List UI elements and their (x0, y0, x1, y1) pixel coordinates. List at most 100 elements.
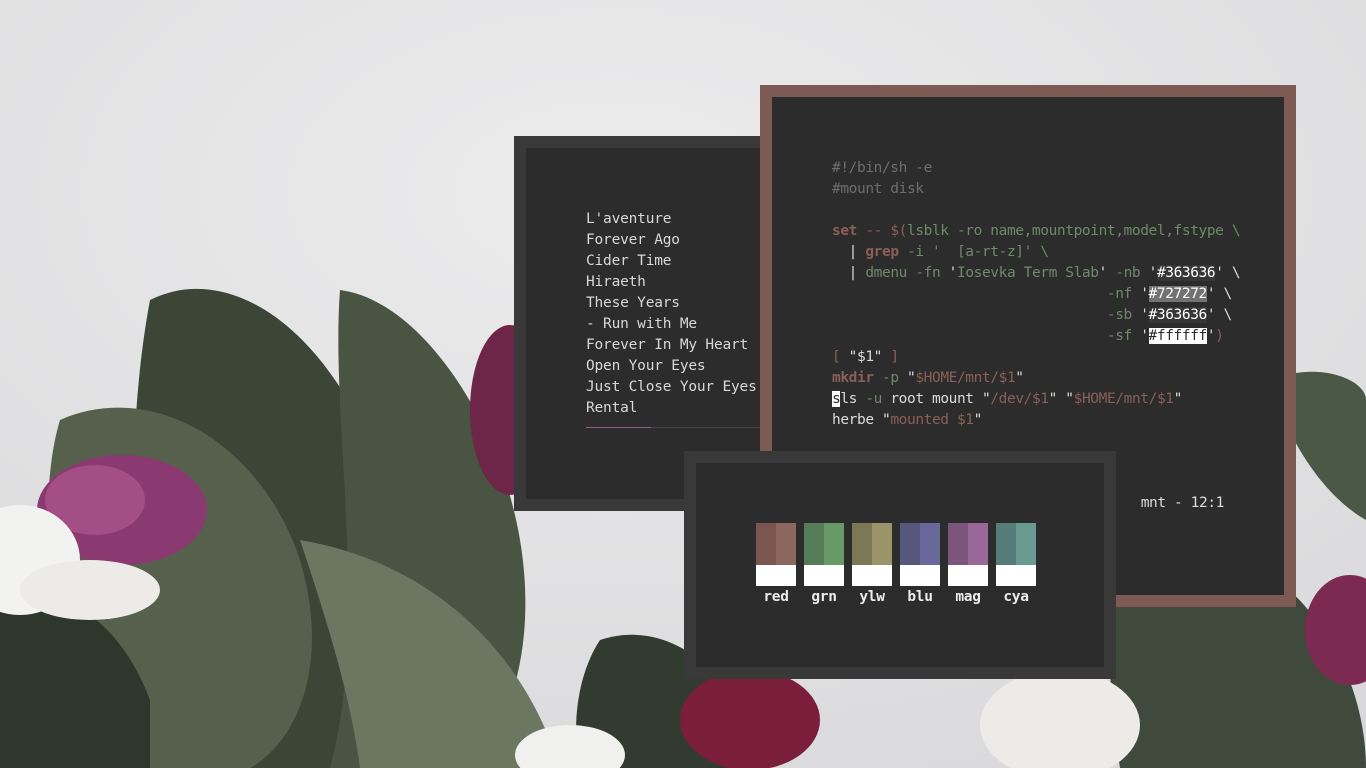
code-token: -sf (832, 328, 1141, 344)
swatch-dark (756, 523, 776, 565)
code-token: -- $( (857, 223, 907, 239)
swatch-white (804, 565, 844, 586)
swatch-light (776, 523, 796, 565)
playback-progress-fill (586, 427, 652, 428)
code-string: /dev/$1 (990, 391, 1049, 407)
color-swatch-mag: mag (948, 523, 988, 605)
code-token: -u (857, 391, 891, 407)
code-token: -i ' (898, 244, 957, 260)
code-token: ' \ (1215, 265, 1241, 281)
music-player-content: L'aventure Forever Ago Cider Time Hiraet… (526, 148, 764, 499)
code-string: Iosevka Term Slab (956, 265, 1099, 281)
swatch-white (900, 565, 940, 586)
code-token: " (973, 412, 983, 428)
color-value-highlight: #363636 (1148, 307, 1207, 323)
code-token: [ (832, 349, 849, 365)
track-item[interactable]: Cider Time (586, 251, 757, 272)
swatch-dark (900, 523, 920, 565)
color-swatch-red: red (756, 523, 796, 605)
color-value-highlight: #727272 (1148, 286, 1207, 302)
swatch-white (852, 565, 892, 586)
code-string: $HOME/mnt/$1 (1073, 391, 1174, 407)
color-swatch-grn: grn (804, 523, 844, 605)
color-swatch-ylw: ylw (852, 523, 892, 605)
swatch-light (1016, 523, 1036, 565)
color-swatch-cya: cya (996, 523, 1036, 605)
code-string: [a-rt-z] (956, 244, 1024, 260)
code-token: ' (1206, 328, 1216, 344)
track-item-playing[interactable]: - Run with Me (586, 314, 757, 335)
code-token: ' (1140, 307, 1149, 323)
code-token: ls (840, 391, 858, 407)
code-token: -nf (832, 286, 1141, 302)
color-value-highlight: #ffffff (1148, 328, 1207, 344)
code-token: ] (882, 349, 899, 365)
track-item[interactable]: Open Your Eyes (586, 356, 757, 377)
code-token: | (832, 244, 866, 260)
track-item[interactable]: Just Close Your Eyes (586, 377, 757, 398)
swatch-label: red (763, 589, 789, 605)
swatch-dark (996, 523, 1016, 565)
code-keyword: mkdir (832, 370, 874, 386)
code-keyword: set (832, 223, 857, 239)
editor-status: mnt - 12:1 (1140, 495, 1225, 511)
track-item[interactable]: These Years (586, 293, 757, 314)
swatch-white (948, 565, 988, 586)
code-token: ' (1148, 265, 1158, 281)
swatch-colors (996, 523, 1036, 565)
swatch-label: mag (955, 589, 981, 605)
code-token: herbe (832, 412, 882, 428)
swatch-light (824, 523, 844, 565)
track-item[interactable]: Rental (586, 398, 757, 419)
color-palette-content: red grn ylw blu mag cya (696, 463, 1104, 667)
swatch-label: cya (1003, 589, 1029, 605)
swatch-light (968, 523, 988, 565)
swatch-label: grn (811, 589, 837, 605)
code-string: mounted $1 (890, 412, 974, 428)
track-item[interactable]: Hiraeth (586, 272, 757, 293)
swatch-dark (852, 523, 872, 565)
code-token: dmenu -fn (865, 265, 949, 281)
swatch-white (756, 565, 796, 586)
code-keyword: grep (865, 244, 899, 260)
code-token: ' (1140, 286, 1149, 302)
code-token: root mount (890, 391, 982, 407)
code-token: ' \ (1023, 244, 1049, 260)
swatch-label: blu (907, 589, 933, 605)
playlist: L'aventure Forever Ago Cider Time Hiraet… (586, 209, 757, 419)
code-token: " (1015, 370, 1024, 386)
swatch-colors (948, 523, 988, 565)
swatch-colors (900, 523, 940, 565)
swatch-light (872, 523, 892, 565)
color-value-highlight: #363636 (1156, 265, 1216, 281)
code-token: ' (1098, 265, 1108, 281)
code-token: ' \ (1206, 286, 1232, 302)
track-item[interactable]: Forever In My Heart (586, 335, 757, 356)
code-token: -p (873, 370, 907, 386)
code-token: -sb (832, 307, 1141, 323)
color-swatch-blu: blu (900, 523, 940, 605)
code-token: -nb (1106, 265, 1149, 281)
code-token: " " (1048, 391, 1074, 407)
swatch-row: red grn ylw blu mag cya (756, 523, 1044, 605)
code-comment: #mount disk (832, 181, 924, 197)
swatch-white (996, 565, 1036, 586)
swatch-colors (852, 523, 892, 565)
track-item[interactable]: Forever Ago (586, 230, 757, 251)
code-token: lsblk -ro name,mountpoint,model,fstype \ (906, 223, 1241, 239)
color-palette-window[interactable]: red grn ylw blu mag cya (684, 451, 1116, 679)
track-item[interactable]: L'aventure (586, 209, 757, 230)
code-string: "$1" (848, 349, 883, 365)
shell-script[interactable]: #!/bin/sh -e #mount disk set -- $(lsblk … (832, 158, 1241, 431)
swatch-dark (804, 523, 824, 565)
code-string: $HOME/mnt/$1 (915, 370, 1016, 386)
swatch-colors (756, 523, 796, 565)
playback-progress-bar[interactable] (586, 427, 762, 428)
code-token: ' (948, 265, 958, 281)
code-token: " (1173, 391, 1183, 407)
swatch-colors (804, 523, 844, 565)
code-token: ) (1215, 328, 1224, 344)
code-token: | (832, 265, 866, 281)
code-comment: #!/bin/sh -e (832, 160, 932, 176)
code-token: ' (1140, 328, 1149, 344)
